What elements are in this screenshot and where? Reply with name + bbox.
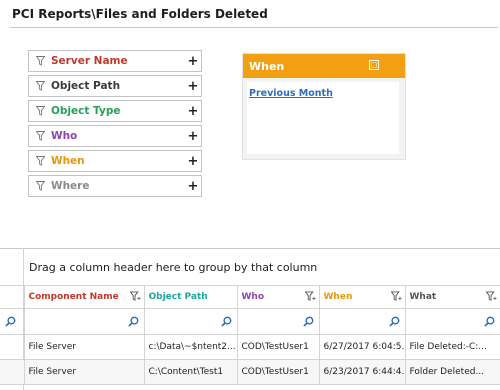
column-header-label: Who	[241, 291, 265, 302]
data-table: Component Name Object Path Who When What	[0, 286, 500, 385]
filter-label: Where	[51, 180, 90, 192]
search-icon[interactable]	[483, 316, 495, 327]
filter-object-type[interactable]: Object Type +	[28, 100, 202, 122]
column-header-label: Component Name	[28, 291, 119, 302]
table-cell: File Server	[24, 334, 145, 360]
table-cell: File Deleted:-C:...	[405, 334, 500, 360]
table-cell: 6/23/2017 6:44:4...	[319, 359, 406, 385]
when-panel-header: When □	[243, 54, 405, 78]
search-icon[interactable]	[5, 316, 16, 327]
funnel-icon	[31, 131, 49, 141]
results-grid: Drag a column header here to group by th…	[0, 248, 500, 390]
filter-cell-what[interactable]	[405, 308, 500, 335]
column-header-object-path[interactable]: Object Path	[144, 286, 238, 309]
table-filter-row	[0, 308, 500, 335]
filter-who[interactable]: Who +	[28, 125, 202, 147]
table-cell: c:\Data\~$ntent2...	[144, 334, 238, 360]
filter-object-path[interactable]: Object Path +	[28, 75, 202, 97]
collapse-icon[interactable]: □	[369, 60, 379, 70]
page-title: PCI Reports\Files and Folders Deleted	[12, 7, 268, 21]
column-header-label: Object Path	[148, 291, 208, 302]
filter-label: Object Type	[51, 105, 121, 117]
search-icon[interactable]	[127, 316, 139, 327]
when-panel-body: Previous Month	[247, 82, 399, 154]
funnel-icon	[31, 181, 49, 191]
table-cell: 6/27/2017 6:04:5...	[319, 334, 406, 360]
filter-label: Object Path	[51, 80, 121, 92]
column-filter-icon[interactable]	[304, 291, 316, 302]
when-filter-panel: When □ Previous Month	[242, 53, 406, 160]
filter-server-name[interactable]: Server Name +	[28, 50, 202, 72]
table-cell: COD\TestUser1	[237, 334, 320, 360]
add-filter-icon[interactable]: +	[185, 54, 201, 69]
column-filter-icon[interactable]	[390, 291, 402, 302]
add-filter-icon[interactable]: +	[185, 154, 201, 169]
column-header-who[interactable]: Who	[237, 286, 320, 309]
filter-label: Who	[51, 130, 78, 142]
search-icon[interactable]	[388, 316, 400, 327]
filter-label: Server Name	[51, 55, 128, 67]
when-panel-title: When	[249, 59, 285, 73]
table-cell: Folder Deleted...	[405, 359, 500, 385]
table-cell: C:\Content\Test1	[144, 359, 238, 385]
column-header-component-name[interactable]: Component Name	[24, 286, 145, 309]
previous-month-link[interactable]: Previous Month	[249, 88, 333, 99]
row-indicator	[0, 359, 25, 385]
table-row[interactable]: File Server C:\Content\Test1 COD\TestUse…	[0, 359, 500, 385]
filter-cell-object-path[interactable]	[144, 308, 238, 335]
filter-where[interactable]: Where +	[28, 175, 202, 197]
filter-cell-who[interactable]	[237, 308, 320, 335]
column-header-when[interactable]: When	[319, 286, 406, 309]
funnel-icon	[31, 56, 49, 66]
filter-cell-when[interactable]	[319, 308, 406, 335]
row-indicator	[0, 334, 25, 360]
filter-cell-component-name[interactable]	[24, 308, 145, 335]
grid-divider	[0, 248, 500, 249]
search-icon[interactable]	[302, 316, 314, 327]
filter-when[interactable]: When +	[28, 150, 202, 172]
add-filter-icon[interactable]: +	[185, 129, 201, 144]
add-filter-icon[interactable]: +	[185, 79, 201, 94]
column-filter-icon[interactable]	[485, 291, 497, 302]
filter-label: When	[51, 155, 85, 167]
column-header-what[interactable]: What	[405, 286, 500, 309]
table-cell: File Server	[24, 359, 145, 385]
funnel-icon	[31, 106, 49, 116]
funnel-icon	[31, 156, 49, 166]
header-spacer	[0, 286, 25, 309]
add-filter-icon[interactable]: +	[185, 104, 201, 119]
column-header-label: What	[409, 291, 437, 302]
title-divider	[10, 27, 498, 28]
group-by-panel[interactable]: Drag a column header here to group by th…	[29, 261, 317, 274]
filter-list: Server Name + Object Path + Object Type …	[28, 50, 202, 200]
table-row[interactable]: File Server c:\Data\~$ntent2... COD\Test…	[0, 334, 500, 360]
add-filter-icon[interactable]: +	[185, 179, 201, 194]
table-cell: COD\TestUser1	[237, 359, 320, 385]
column-header-label: When	[323, 291, 353, 302]
search-icon[interactable]	[220, 316, 232, 327]
filter-row-spacer	[0, 308, 25, 335]
funnel-icon	[31, 81, 49, 91]
column-filter-icon[interactable]	[129, 291, 141, 302]
table-header-row: Component Name Object Path Who When What	[0, 286, 500, 309]
